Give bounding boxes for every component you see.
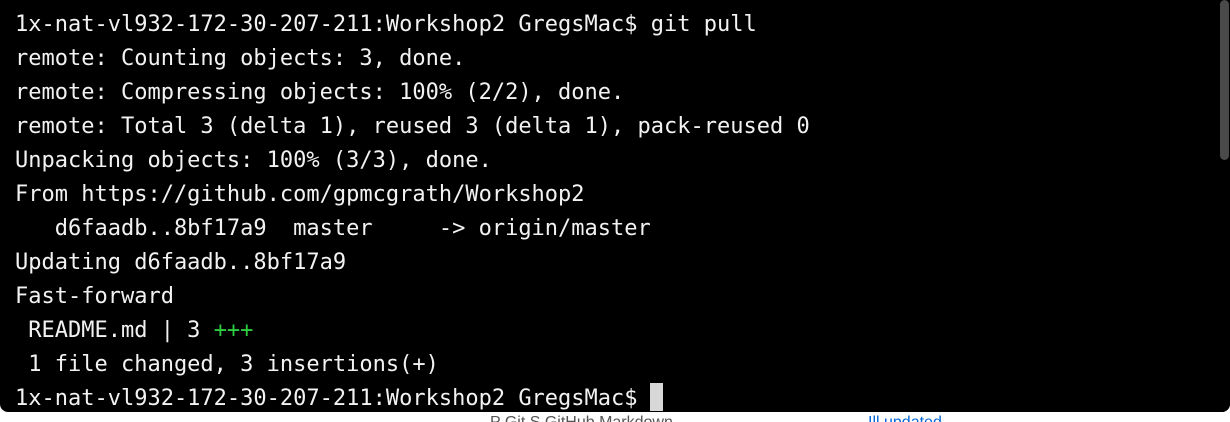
background-page-link[interactable]: Ill updated <box>868 414 942 422</box>
diffstat-plus: +++ <box>213 318 254 343</box>
scrollbar[interactable] <box>1218 0 1230 412</box>
output-line-compressing: remote: Compressing objects: 100% (2/2),… <box>15 80 625 105</box>
output-line-updating: Updating d6faadb..8bf17a9 <box>15 250 347 275</box>
background-page-strip: P Git S GitHub Markdown Ill updated <box>0 412 1230 422</box>
current-prompt: 1x-nat-vl932-172-30-207-211:Workshop2 Gr… <box>15 386 638 411</box>
terminal-window[interactable]: 1x-nat-vl932-172-30-207-211:Workshop2 Gr… <box>0 0 1230 412</box>
output-line-fast-forward: Fast-forward <box>15 284 174 309</box>
output-line-unpacking: Unpacking objects: 100% (3/3), done. <box>15 148 492 173</box>
output-line-summary: 1 file changed, 3 insertions(+) <box>15 352 439 377</box>
output-line-diffstat: README.md | 3 +++ <box>15 314 810 348</box>
diffstat-file: README.md | 3 <box>15 318 214 343</box>
output-line-total: remote: Total 3 (delta 1), reused 3 (del… <box>15 114 810 139</box>
terminal-output: 1x-nat-vl932-172-30-207-211:Workshop2 Gr… <box>15 8 810 412</box>
command-line: 1x-nat-vl932-172-30-207-211:Workshop2 Gr… <box>15 12 757 37</box>
background-page-text: P Git S GitHub Markdown <box>490 414 673 422</box>
scrollbar-thumb[interactable] <box>1220 0 1229 160</box>
output-line-counting: remote: Counting objects: 3, done. <box>15 46 466 71</box>
output-line-from: From https://github.com/gpmcgrath/Worksh… <box>15 182 585 207</box>
current-prompt-line[interactable]: 1x-nat-vl932-172-30-207-211:Workshop2 Gr… <box>15 382 810 412</box>
text-cursor <box>649 383 663 411</box>
output-line-ref-update: d6faadb..8bf17a9 master -> origin/master <box>15 216 651 241</box>
